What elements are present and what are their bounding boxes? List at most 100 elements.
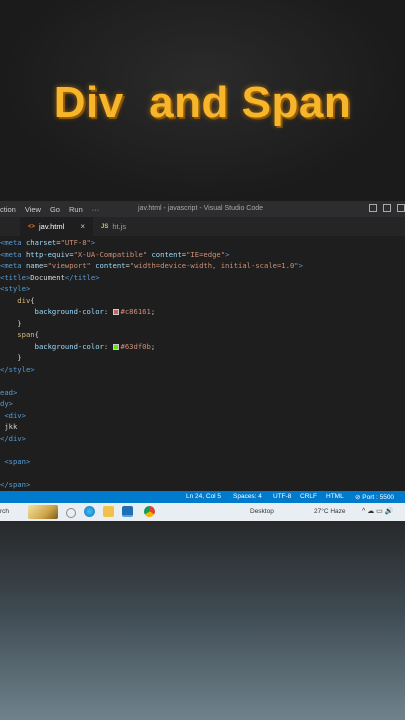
code-token: } [0,353,22,362]
code-line: span{ [0,329,39,341]
code-editor[interactable]: <meta charset="UTF-8"> <meta http-equiv="… [0,236,405,490]
code-token: ead> [0,387,18,397]
code-token: <div> [0,410,26,420]
background-bottom [0,521,405,720]
tab-jav-html[interactable]: <> jav.html × [20,217,93,236]
tab-label: jav.html [39,222,65,231]
video-title-area: Div and Span [0,0,405,200]
encoding[interactable]: UTF-8 [273,493,291,500]
code-line: </div> [0,433,26,445]
code-line: <span> [0,456,30,468]
layout-split-icon[interactable] [397,204,405,212]
code-token: jkk [0,422,18,431]
menu-list: ction View Go Run ··· [0,205,108,214]
code-token: </span> [0,479,31,489]
code-line: ead> [0,387,17,399]
code-token: > [298,261,303,270]
code-token: Document [30,272,65,282]
code-token: : [103,341,113,351]
code-token: name [25,261,44,270]
code-line: jkk [0,421,17,433]
search-highlight-image [28,505,58,519]
menu-item[interactable]: Run [69,205,83,214]
code-token: <meta [0,238,26,247]
code-line: dy> [0,398,13,410]
desktop-toolbar[interactable]: Desktop [250,508,274,515]
code-token: <style> [0,284,31,293]
system-tray-icons[interactable]: ^ ☁ ▭ 🔊 [362,507,393,515]
code-token: ; [150,307,156,316]
code-token: { [34,330,39,339]
cortana-icon[interactable] [66,508,76,518]
code-token: charset [25,238,57,247]
code-token: ; [150,341,156,351]
code-token: dy> [0,399,13,408]
code-line: <meta name="viewport" content="width=dev… [0,260,303,272]
tab-ht-js[interactable]: JS ht.js [93,217,153,236]
code-token: </title> [64,272,100,282]
vscode-window: ction View Go Run ··· jav.html - javascript … [0,201,405,503]
code-line: background-color: #63df0b; [0,341,156,353]
close-icon[interactable]: × [80,222,85,231]
layout-panel-icon[interactable] [383,204,391,212]
code-token: #c86161 [120,307,151,316]
indentation[interactable]: Spaces: 4 [233,493,262,500]
vscode-taskbar-icon[interactable] [122,506,133,517]
color-swatch[interactable] [112,343,119,350]
menu-item[interactable]: Go [50,205,60,214]
code-line: </style> [0,364,35,376]
code-token: #63df0b [120,341,151,351]
code-token: div [0,295,31,305]
color-swatch[interactable] [112,309,119,315]
menu-item[interactable]: ction [0,205,16,214]
editor-tabs: <> jav.html × JS ht.js [0,217,405,236]
code-token: "viewport" [47,261,91,270]
weather-widget[interactable]: 27°C Haze [314,508,346,515]
code-token: background-color [0,341,104,351]
code-line: div{ [0,295,35,307]
code-token: content [90,261,126,270]
code-token: : [103,307,113,316]
edge-browser-icon[interactable] [84,506,95,517]
cursor-position[interactable]: Ln 24, Col 5 [186,493,221,500]
menu-item[interactable]: View [25,205,41,214]
window-controls [369,204,405,212]
file-explorer-icon[interactable] [103,506,114,517]
chrome-icon[interactable] [144,506,155,517]
menu-item[interactable]: ··· [92,205,100,214]
html-file-icon: <> [28,223,36,230]
tab-label: ht.js [112,222,127,231]
layout-sidebar-icon[interactable] [369,204,377,212]
code-line: </span> [0,479,30,491]
taskbar-search[interactable]: rch [0,508,9,515]
menubar: ction View Go Run ··· jav.html - javascript … [0,201,405,217]
code-token: <span> [0,456,31,466]
code-token: background-color [0,307,104,316]
code-line: <div> [0,410,26,422]
video-title: Div and Span [53,78,352,127]
line-ending[interactable]: CRLF [300,493,317,500]
code-token: <meta [0,249,26,259]
live-server-port[interactable]: ⊘ Port : 5500 [355,493,394,501]
code-token: http-equiv [25,249,70,259]
code-token: { [30,295,35,305]
code-token: } [0,318,22,328]
code-token: content [147,249,182,259]
code-line: } [0,352,22,364]
code-line: <style> [0,283,30,295]
language-mode[interactable]: HTML [326,493,344,500]
code-token: </style> [0,364,35,374]
code-token: > [225,249,230,259]
window-title: jav.html - javascript - Visual Studio Co… [138,205,264,212]
windows-taskbar: rch Desktop 27°C Haze ^ ☁ ▭ 🔊 [0,503,405,521]
code-token: <title> [0,272,31,282]
code-line: <meta charset="UTF-8"> [0,237,95,249]
code-line: <meta http-equiv="X-UA-Compatible" conte… [0,249,229,261]
code-line: } [0,318,22,330]
code-token: <meta [0,261,26,270]
code-token: "IE=edge" [186,249,226,259]
code-token: "X-UA-Compatible" [73,249,148,259]
code-line: <title>Document</title> [0,272,100,284]
js-file-icon: JS [101,223,109,230]
code-token: span [0,330,35,339]
